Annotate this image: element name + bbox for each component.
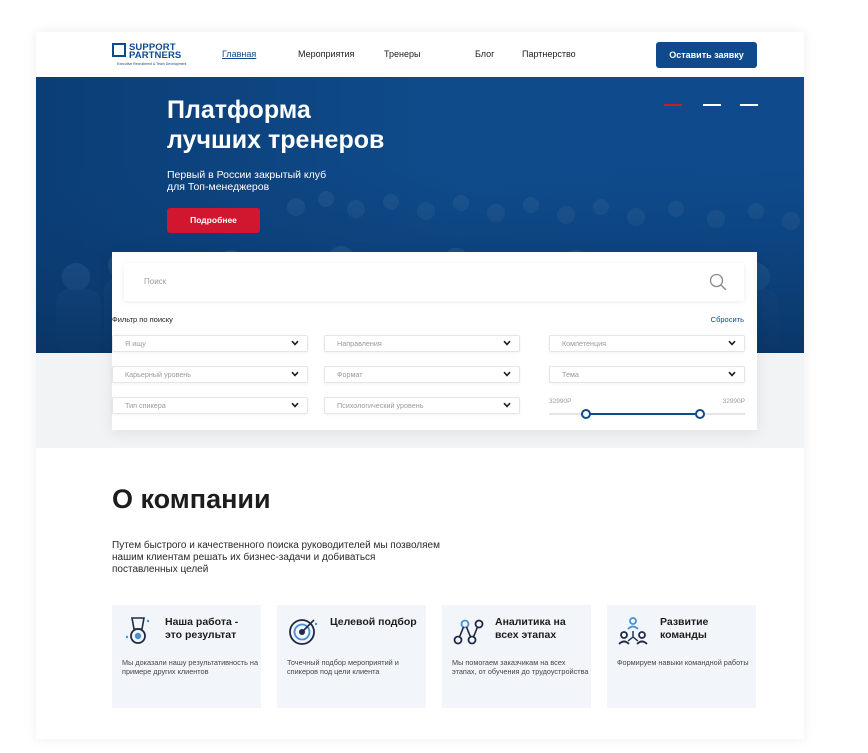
search-placeholder: Поиск [144,277,167,286]
hero-subtitle: Первый в России закрытый клуб для Топ-ме… [167,169,367,193]
feature-title: Развитие команды [660,616,709,641]
logo-tagline: Executive Recruitment & Team Development [117,62,187,66]
filter-i-search-label: Я ищу [125,339,146,348]
apply-button[interactable]: Оставить заявку [656,42,757,68]
price-max-handle[interactable] [694,409,705,419]
feature-title: Целевой подбор [330,616,417,628]
nav-home[interactable]: Главная [222,32,256,77]
price-min-handle[interactable] [581,409,592,419]
feature-card-result: Наша работа - это результат Мы доказали … [112,605,261,708]
team-icon [618,617,648,645]
more-button[interactable]: Подробнее [167,208,260,233]
feature-title: Наша работа - это результат [165,616,239,641]
target-icon [289,619,318,645]
chevron-down-icon [291,371,299,377]
about-description: Путем быстрого и качественного поиска ру… [112,540,440,575]
chevron-down-icon [503,340,511,346]
filter-direction[interactable]: Направления [324,335,520,352]
feature-card-team: Развитие команды Формируем навыки команд… [607,605,756,708]
feature-desc: Мы доказали нашу результативность на при… [122,658,259,676]
price-range-slider[interactable] [549,409,745,419]
filter-format-label: Формат [337,370,363,379]
filter-competence-label: Компетенция [562,339,606,348]
price-max-label: 32990Р [722,398,745,405]
chevron-down-icon [291,402,299,408]
filter-title: Фильтр по поиску [112,315,173,324]
filter-career-level[interactable]: Карьерный уровень [112,366,308,383]
slider-dot-1[interactable] [664,104,682,106]
about-title: О компании [112,484,271,514]
feature-card-analytics: Аналитика на всех этапах Мы помогаем зак… [442,605,591,708]
logo-mark [112,43,126,57]
feature-card-targeted: Целевой подбор Точечный подбор мероприят… [277,605,426,708]
medal-icon [125,617,150,644]
filter-topic[interactable]: Тема [549,366,745,383]
chevron-down-icon [728,340,736,346]
nav-events[interactable]: Мероприятия [298,32,354,77]
hero-title-line1: Платформа [167,96,311,124]
filter-direction-label: Направления [337,339,382,348]
feature-desc: Мы помогаем заказчикам на всех этапах, о… [452,658,589,676]
filter-speaker-type-label: Тип спикера [125,401,166,410]
filter-competence[interactable]: Компетенция [549,335,745,352]
price-range-fill [586,413,700,415]
hero-subtitle-line2: для Топ-менеджеров [167,181,270,193]
search-input[interactable]: Поиск [124,263,744,301]
chevron-down-icon [728,371,736,377]
analytics-icon [453,619,484,645]
slider-dot-3[interactable] [740,104,758,106]
feature-title: Аналитика на всех этапах [495,616,566,641]
filter-speaker-type[interactable]: Тип спикера [112,397,308,414]
hero-title: Платформа лучших тренеров [167,95,384,155]
hero-title-line2: лучших тренеров [167,126,385,154]
slider-dot-2[interactable] [703,104,721,106]
chevron-down-icon [291,340,299,346]
price-min-label: 32990Р [549,398,572,405]
nav-blog[interactable]: Блог [475,32,494,77]
filter-psych-level[interactable]: Психологический уровень [324,397,520,414]
feature-desc: Формируем навыки командной работы [617,658,749,667]
site-header: SUPPORT PARTNERS Executive Recruitment &… [36,32,804,77]
nav-trainers[interactable]: Тренеры [384,32,420,77]
chevron-down-icon [503,371,511,377]
logo-line2: PARTNERS [129,50,182,61]
filter-i-search[interactable]: Я ищу [112,335,308,352]
reset-filters-link[interactable]: Сбросить [711,315,744,324]
chevron-down-icon [503,402,511,408]
logo[interactable]: SUPPORT PARTNERS Executive Recruitment &… [112,41,186,69]
feature-desc: Точечный подбор мероприятий и спикеров п… [287,658,399,676]
hero-subtitle-line1: Первый в России закрытый клуб [167,169,327,181]
filter-psych-level-label: Психологический уровень [337,401,424,410]
filter-topic-label: Тема [562,370,579,379]
page: SUPPORT PARTNERS Executive Recruitment &… [36,32,804,739]
nav-partnership[interactable]: Партнерство [522,32,576,77]
search-icon[interactable] [709,273,727,291]
search-panel: Поиск Фильтр по поиску Сбросить Я ищу На… [112,252,757,430]
filter-format[interactable]: Формат [324,366,520,383]
filter-career-level-label: Карьерный уровень [125,370,192,379]
